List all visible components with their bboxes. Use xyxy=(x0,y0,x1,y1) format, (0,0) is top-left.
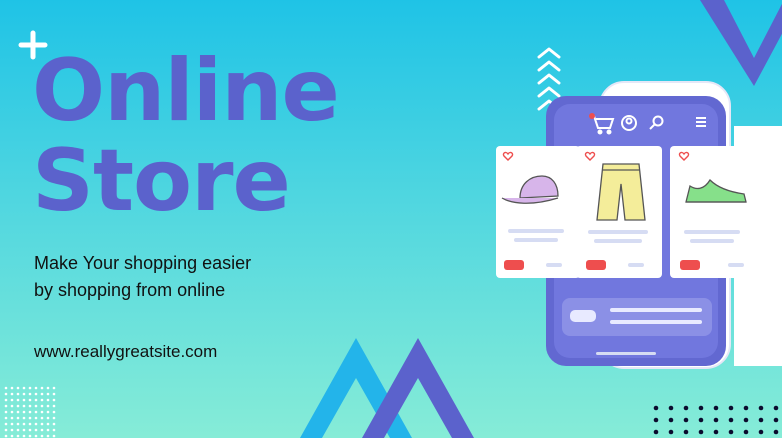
add-to-cart-button[interactable] xyxy=(680,260,700,270)
headline: Online Store xyxy=(32,41,340,231)
headline-line-1: Online xyxy=(32,41,340,141)
headline-line-2: Store xyxy=(32,131,291,231)
product-card-cap[interactable] xyxy=(496,146,580,278)
tagline-line-1: Make Your shopping easier xyxy=(34,253,252,273)
add-to-cart-button[interactable] xyxy=(586,260,606,270)
promo-banner: Online Store Make Your shopping easier b… xyxy=(0,0,782,438)
triangle-decoration xyxy=(300,338,474,438)
product-card-shorts[interactable] xyxy=(576,146,662,278)
add-to-cart-button[interactable] xyxy=(504,260,524,270)
website-link[interactable]: www.reallygreatsite.com xyxy=(34,342,217,362)
tagline: Make Your shopping easier by shopping fr… xyxy=(34,250,334,304)
tagline-line-2: by shopping from online xyxy=(34,280,226,300)
product-card-sneaker[interactable] xyxy=(670,146,754,278)
home-indicator xyxy=(596,352,656,355)
cart-badge xyxy=(589,113,595,119)
chevron-decoration xyxy=(700,0,782,86)
dot-grid-decoration-left xyxy=(4,386,56,438)
dot-grid-decoration-right xyxy=(652,404,782,438)
phone-illustration xyxy=(496,81,782,369)
